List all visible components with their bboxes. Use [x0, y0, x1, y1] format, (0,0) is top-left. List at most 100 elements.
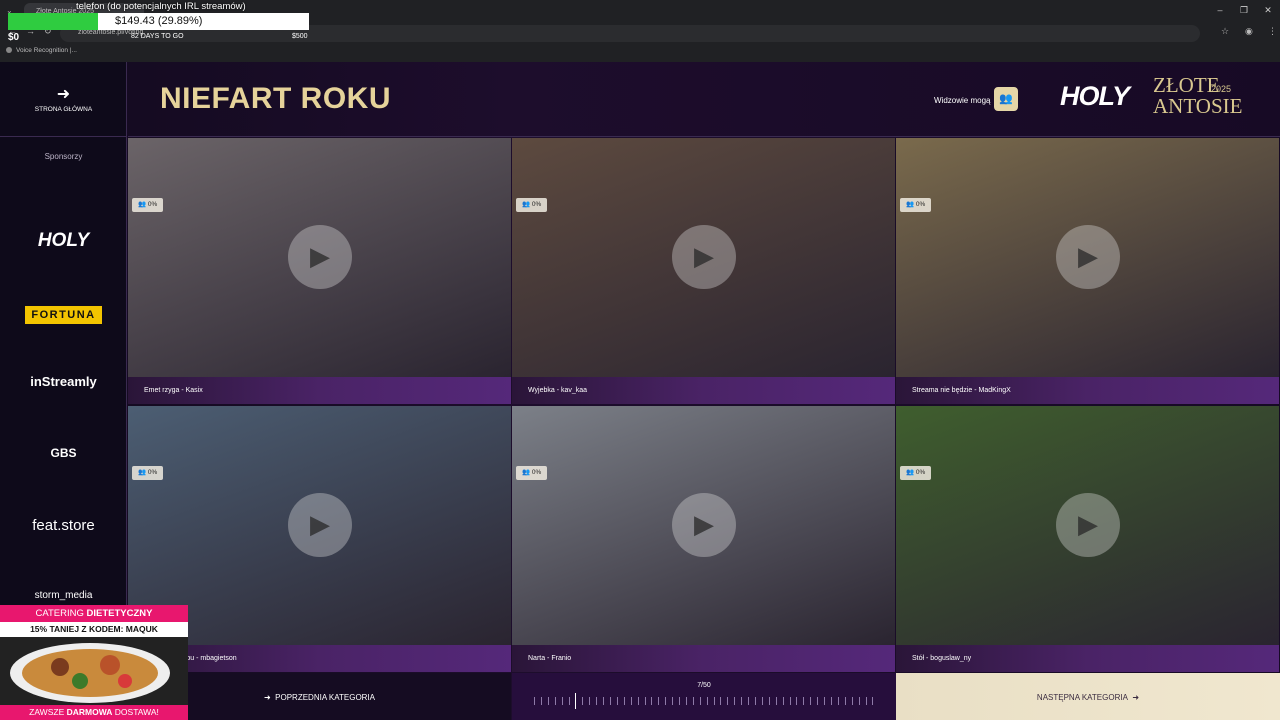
maximize-icon[interactable]: ❐ [1232, 0, 1256, 22]
vote-percent: 0% [531, 201, 542, 208]
pager-tick[interactable] [755, 697, 756, 705]
sponsor-holy-logo[interactable]: HOLY [0, 230, 127, 252]
page-header: NIEFART ROKU Widzowie mogą 👥 HOLY ZŁOTE … [128, 62, 1280, 137]
next-category-button[interactable]: NASTĘPNA KATEGORIA ➜ [896, 673, 1280, 720]
pager-tick[interactable] [630, 697, 632, 705]
video-tile[interactable]: 👥 0% ▶ Emet rzyga - Kasix [128, 138, 511, 404]
category-title: NIEFART ROKU [160, 82, 391, 115]
minimize-icon[interactable]: – [1208, 0, 1232, 22]
donation-progress-bar: $149.43 (29.89%) [8, 13, 309, 30]
pager-tick[interactable] [651, 697, 653, 705]
viewers-vote-button[interactable]: 👥 [994, 87, 1018, 111]
pager-tick[interactable] [685, 697, 687, 705]
sponsor-gbs-logo[interactable]: GBS [0, 446, 127, 460]
pager-tick[interactable] [858, 697, 860, 705]
pager-tick[interactable] [796, 697, 798, 705]
play-icon[interactable]: ▶ [288, 225, 352, 289]
sponsor-fortuna-logo[interactable]: FORTUNA [0, 305, 127, 324]
play-icon[interactable]: ▶ [672, 225, 736, 289]
profile-icon[interactable]: ◉ [1245, 26, 1253, 37]
pager-tick[interactable] [872, 697, 874, 705]
play-icon[interactable]: ▶ [672, 493, 736, 557]
pager-tick[interactable] [679, 697, 681, 705]
brand-antosie: ANTOSIE [1153, 94, 1243, 118]
pager-tick[interactable] [692, 697, 694, 705]
vote-percent-badge: 👥 0% [516, 466, 548, 480]
clip-caption: Narta - Franio [512, 645, 895, 672]
overlay-goal-title: telefon (do potencjalnych IRL streamów) [76, 1, 246, 12]
bookmark-favicon-icon [6, 47, 12, 53]
donation-amount: $149.43 (29.89%) [115, 15, 203, 27]
pager-tick[interactable] [720, 697, 722, 705]
pager-tick[interactable] [844, 697, 846, 705]
sponsor-featstore-logo[interactable]: feat.store [0, 517, 127, 534]
catering-promo: CATERING DIETETYCZNY 15% TANIEJ Z KODEM:… [0, 605, 188, 720]
pager-tick[interactable] [865, 697, 867, 705]
pager-tick[interactable] [824, 697, 826, 705]
pager-tick[interactable] [741, 697, 743, 705]
pager-tick[interactable] [589, 697, 591, 705]
pager-tick[interactable] [761, 697, 763, 705]
pager-tick[interactable] [568, 697, 570, 705]
pager-ticks[interactable] [534, 693, 874, 709]
vote-percent: 0% [147, 201, 158, 208]
home-link[interactable]: ➜ STRONA GŁÓWNA [0, 62, 127, 137]
next-category-label: NASTĘPNA KATEGORIA [1036, 693, 1128, 702]
pager-tick[interactable] [851, 697, 853, 705]
pager-tick[interactable] [609, 697, 611, 705]
play-icon[interactable]: ▶ [288, 493, 352, 557]
pager-tick[interactable] [830, 697, 832, 705]
bookmark-star-icon[interactable]: ☆ [1221, 26, 1229, 37]
pager-tick[interactable] [713, 697, 715, 705]
video-tile[interactable]: 👥 0% ▶ Streama nie będzie - MadKingX [896, 138, 1279, 404]
clip-caption: Wyjebka - kav_kaa [512, 377, 895, 404]
close-icon[interactable]: ✕ [1256, 0, 1280, 22]
play-icon[interactable]: ▶ [1056, 225, 1120, 289]
pager-tick[interactable] [837, 697, 839, 705]
pager-tick[interactable] [665, 697, 667, 705]
window-controls: – ❐ ✕ [1208, 0, 1280, 22]
pager-tick[interactable] [768, 697, 770, 705]
pager-tick[interactable] [810, 697, 812, 705]
pager-tick[interactable] [672, 697, 674, 705]
play-icon[interactable]: ▶ [1056, 493, 1120, 557]
users-icon: 👥 [906, 469, 915, 476]
pager-tick[interactable] [575, 693, 577, 709]
sponsor-instreamly-logo[interactable]: inStreamly [0, 374, 127, 389]
brand-holy-logo: HOLY [1060, 81, 1130, 111]
pager-tick[interactable] [658, 697, 660, 705]
sponsor-stormmedia-logo[interactable]: storm_media [0, 590, 127, 601]
pager-tick[interactable] [554, 697, 556, 705]
pager-tick[interactable] [540, 697, 542, 705]
vote-percent: 0% [915, 469, 926, 476]
menu-icon[interactable]: ⋮ [1268, 26, 1277, 37]
days-to-go: 82 DAYS TO GO [131, 33, 184, 40]
pager-tick[interactable] [561, 697, 563, 705]
bookmark-item[interactable]: Voice Recognition |... [16, 47, 77, 54]
pager-tick[interactable] [699, 697, 701, 705]
pager-tick[interactable] [748, 697, 750, 705]
video-tile[interactable]: 👥 0% ▶ Wyjebka - kav_kaa [512, 138, 895, 404]
pager-tick[interactable] [782, 697, 784, 705]
bookmarks-bar: Voice Recognition |... [0, 44, 1280, 60]
sponsors-heading: Sponsorzy [44, 152, 83, 161]
pager-tick[interactable] [727, 697, 729, 705]
pager-tick[interactable] [706, 697, 708, 705]
pager-tick[interactable] [616, 697, 618, 705]
pager-tick[interactable] [734, 697, 736, 705]
vote-percent-badge: 👥 0% [132, 198, 164, 212]
pager-tick[interactable] [582, 697, 584, 705]
pager-tick[interactable] [534, 697, 535, 705]
video-tile[interactable]: 👥 0% ▶ Stół - boguslaw_ny [896, 406, 1279, 672]
pager-tick[interactable] [789, 697, 791, 705]
pager-tick[interactable] [644, 697, 646, 705]
pager-tick[interactable] [603, 697, 605, 705]
pager-tick[interactable] [817, 697, 819, 705]
pager-tick[interactable] [803, 697, 805, 705]
pager-tick[interactable] [547, 697, 549, 705]
pager-tick[interactable] [775, 697, 777, 705]
pager-tick[interactable] [623, 697, 625, 705]
pager-tick[interactable] [637, 697, 639, 705]
video-tile[interactable]: 👥 0% ▶ Narta - Franio [512, 406, 895, 672]
pager-tick[interactable] [596, 697, 598, 705]
